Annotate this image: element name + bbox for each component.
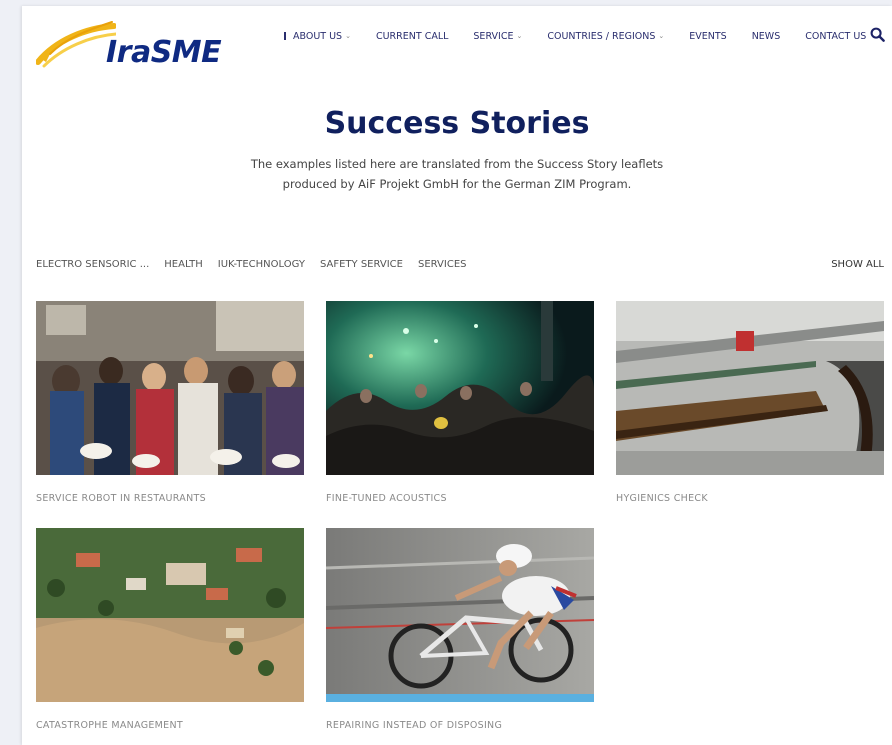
filter-electro-sensoric[interactable]: ELECTRO SENSORIC ... <box>36 259 149 270</box>
story-image-restaurant[interactable] <box>36 301 304 475</box>
story-image-bottling-plant[interactable] <box>616 301 884 475</box>
nav-label: CONTACT US <box>805 30 867 42</box>
chevron-down-icon: ⌄ <box>345 32 351 40</box>
nav-current-call[interactable]: CURRENT CALL <box>376 31 448 42</box>
chevron-down-icon: ⌄ <box>516 32 523 40</box>
subtitle-line: The examples listed here are translated … <box>250 157 664 171</box>
page-title: Success Stories <box>324 106 590 141</box>
logo-swoosh-icon <box>36 21 116 68</box>
nav-news[interactable]: NEWS <box>752 31 781 42</box>
search-icon[interactable] <box>870 27 885 42</box>
nav-label: NEWS <box>751 30 781 42</box>
story-card[interactable]: SERVICE ROBOT IN RESTAURANTS <box>36 301 304 504</box>
nav-countries-regions[interactable]: COUNTRIES / REGIONS ⌄ <box>547 31 664 42</box>
show-all-filter[interactable]: SHOW ALL <box>831 259 884 270</box>
nav-label: ABOUT US <box>293 30 343 42</box>
nav-service[interactable]: SERVICE ⌄ <box>473 31 522 42</box>
story-caption[interactable]: FINE-TUNED ACOUSTICS <box>326 493 594 504</box>
logo-wordmark: IraSME <box>106 35 222 70</box>
story-card[interactable]: FINE-TUNED ACOUSTICS <box>326 301 594 504</box>
story-caption[interactable]: HYGIENICS CHECK <box>616 493 884 504</box>
chevron-down-icon: ⌄ <box>658 32 665 40</box>
page: IraSME ABOUT US ⌄ CURRENT CALL SERVICE ⌄ C… <box>22 6 892 745</box>
page-subtitle: The examples listed here are translated … <box>237 154 677 194</box>
story-image-flood[interactable] <box>36 528 304 702</box>
story-image-concert[interactable] <box>326 301 594 475</box>
nav-label: SERVICE <box>473 30 514 42</box>
filter-safety-service[interactable]: SAFETY SERVICE <box>320 259 403 270</box>
nav-events[interactable]: EVENTS <box>689 31 726 42</box>
filter-iuk-technology[interactable]: IUK-TECHNOLOGY <box>218 259 305 270</box>
main-nav: ABOUT US ⌄ CURRENT CALL SERVICE ⌄ COUNTRIE… <box>284 28 891 44</box>
story-caption[interactable]: CATASTROPHE MANAGEMENT <box>36 720 304 731</box>
story-card[interactable]: REPAIRING INSTEAD OF DISPOSING <box>326 528 594 731</box>
filter-services[interactable]: SERVICES <box>418 259 467 270</box>
story-caption[interactable]: SERVICE ROBOT IN RESTAURANTS <box>36 493 304 504</box>
filter-health[interactable]: HEALTH <box>164 259 203 270</box>
story-card[interactable]: CATASTROPHE MANAGEMENT <box>36 528 304 731</box>
subtitle-line: produced by AiF Projekt GmbH for the Ger… <box>282 177 632 191</box>
nav-label: CURRENT CALL <box>375 30 449 42</box>
nav-contact-us[interactable]: CONTACT US <box>805 31 866 42</box>
category-filters: ELECTRO SENSORIC ... HEALTH IUK-TECHNOLO… <box>36 259 482 270</box>
story-image-cyclist[interactable] <box>326 528 594 702</box>
nav-label: EVENTS <box>689 30 727 42</box>
story-card[interactable]: HYGIENICS CHECK <box>616 301 884 504</box>
irasme-logo[interactable]: IraSME <box>36 20 222 70</box>
nav-about-us[interactable]: ABOUT US ⌄ <box>284 31 351 42</box>
story-caption[interactable]: REPAIRING INSTEAD OF DISPOSING <box>326 720 594 731</box>
nav-label: COUNTRIES / REGIONS <box>547 30 656 42</box>
